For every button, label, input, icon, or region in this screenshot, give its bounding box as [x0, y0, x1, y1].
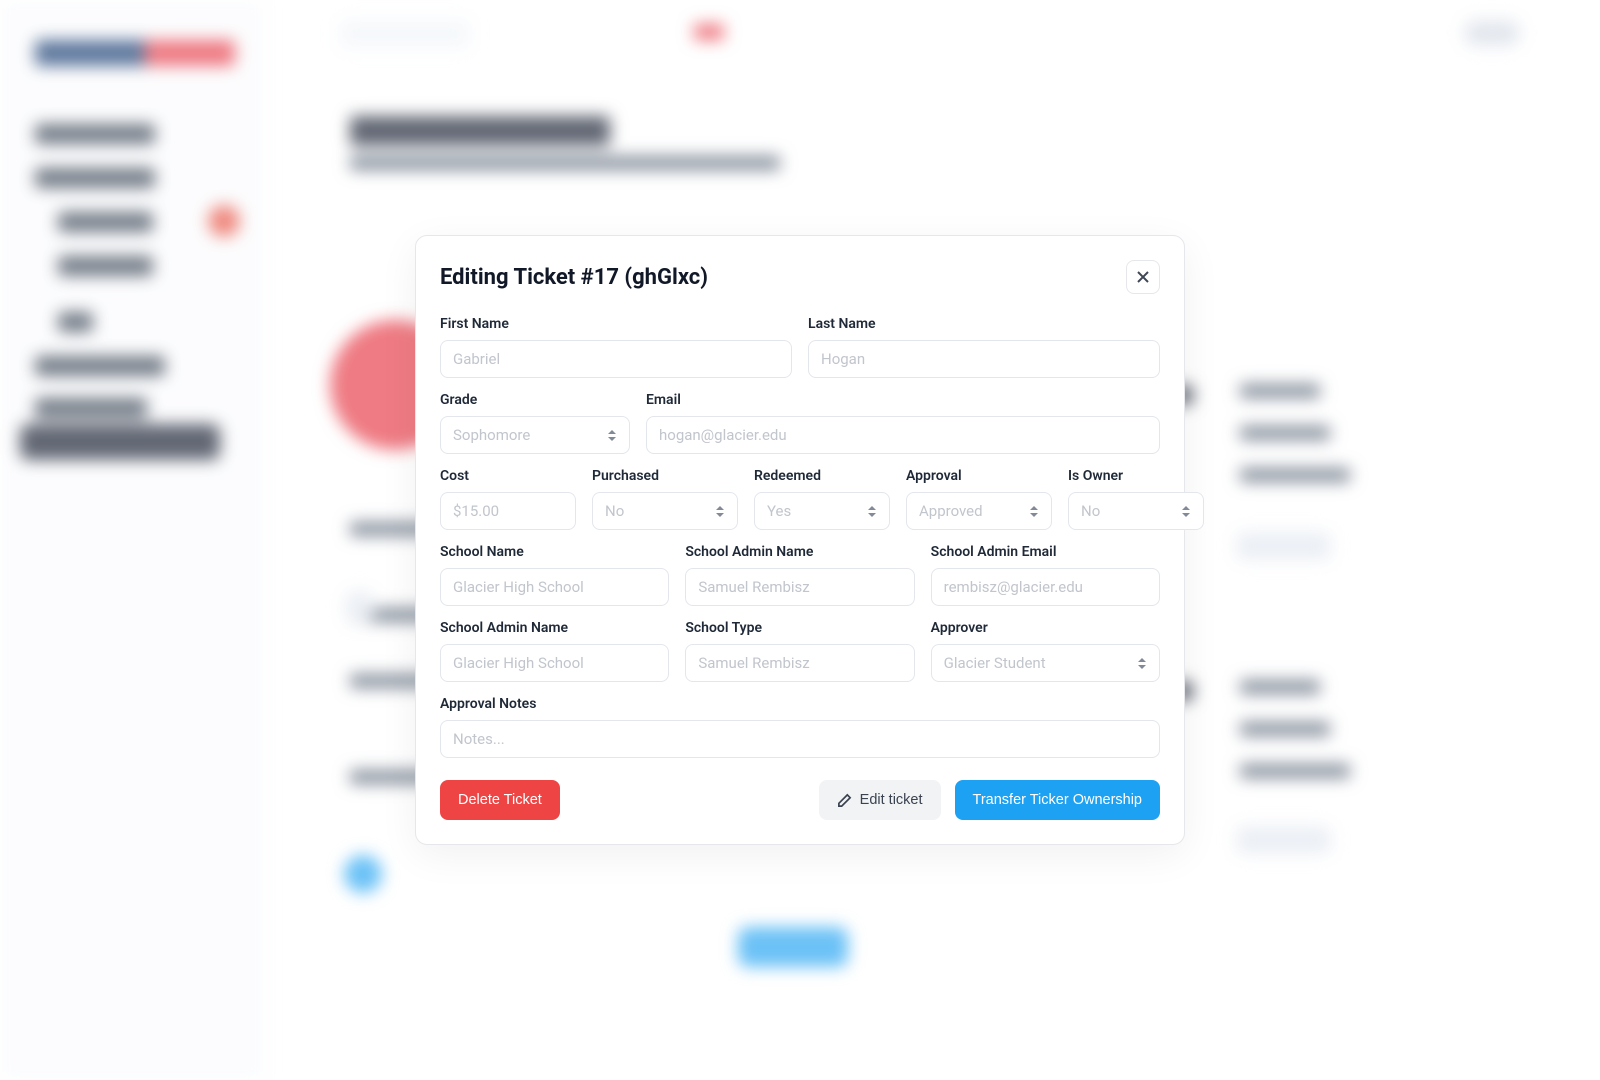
- edit-ticket-modal: Editing Ticket #17 (ghGlxc) First Name G…: [415, 235, 1185, 845]
- chevron-updown-icon: [867, 505, 877, 518]
- purchased-field: Purchased No: [592, 468, 738, 530]
- school-admin-email-field: School Admin Email rembisz@glacier.edu: [931, 544, 1160, 606]
- approver-label: Approver: [931, 620, 1160, 636]
- delete-ticket-button[interactable]: Delete Ticket: [440, 780, 560, 820]
- chevron-updown-icon: [1137, 657, 1147, 670]
- transfer-ownership-button[interactable]: Transfer Ticker Ownership: [955, 780, 1160, 820]
- email-field: Email hogan@glacier.edu: [646, 392, 1160, 454]
- chevron-updown-icon: [1181, 505, 1191, 518]
- approval-notes-input[interactable]: Notes...: [440, 720, 1160, 758]
- cost-input[interactable]: $15.00: [440, 492, 576, 530]
- cost-label: Cost: [440, 468, 576, 484]
- approver-select[interactable]: Glacier Student: [931, 644, 1160, 682]
- approval-label: Approval: [906, 468, 1052, 484]
- grade-label: Grade: [440, 392, 630, 408]
- first-name-field: First Name Gabriel: [440, 316, 792, 378]
- redeemed-field: Redeemed Yes: [754, 468, 890, 530]
- first-name-label: First Name: [440, 316, 792, 332]
- chevron-updown-icon: [1029, 505, 1039, 518]
- school-admin-name-2-field: School Admin Name Glacier High School: [440, 620, 669, 682]
- grade-select[interactable]: Sophomore: [440, 416, 630, 454]
- chevron-updown-icon: [607, 429, 617, 442]
- school-name-label: School Name: [440, 544, 669, 560]
- school-admin-name-field: School Admin Name Samuel Rembisz: [685, 544, 914, 606]
- school-type-label: School Type: [685, 620, 914, 636]
- close-icon: [1135, 269, 1151, 285]
- approval-notes-field: Approval Notes Notes...: [440, 696, 1160, 758]
- approval-select[interactable]: Approved: [906, 492, 1052, 530]
- approver-field: Approver Glacier Student: [931, 620, 1160, 682]
- school-admin-name-2-label: School Admin Name: [440, 620, 669, 636]
- cost-field: Cost $15.00: [440, 468, 576, 530]
- purchased-select[interactable]: No: [592, 492, 738, 530]
- is-owner-label: Is Owner: [1068, 468, 1204, 484]
- school-type-field: School Type Samuel Rembisz: [685, 620, 914, 682]
- school-admin-name-label: School Admin Name: [685, 544, 914, 560]
- school-type-input[interactable]: Samuel Rembisz: [685, 644, 914, 682]
- approval-field: Approval Approved: [906, 468, 1052, 530]
- school-name-input[interactable]: Glacier High School: [440, 568, 669, 606]
- edit-ticket-button[interactable]: Edit ticket: [819, 780, 941, 820]
- pencil-icon: [837, 793, 852, 808]
- redeemed-select[interactable]: Yes: [754, 492, 890, 530]
- is-owner-field: Is Owner No: [1068, 468, 1204, 530]
- school-admin-email-label: School Admin Email: [931, 544, 1160, 560]
- redeemed-label: Redeemed: [754, 468, 890, 484]
- school-admin-name-2-input[interactable]: Glacier High School: [440, 644, 669, 682]
- school-admin-email-input[interactable]: rembisz@glacier.edu: [931, 568, 1160, 606]
- school-admin-name-input[interactable]: Samuel Rembisz: [685, 568, 914, 606]
- modal-title: Editing Ticket #17 (ghGlxc): [440, 265, 708, 290]
- grade-field: Grade Sophomore: [440, 392, 630, 454]
- approval-notes-label: Approval Notes: [440, 696, 1160, 712]
- chevron-updown-icon: [715, 505, 725, 518]
- is-owner-select[interactable]: No: [1068, 492, 1204, 530]
- last-name-field: Last Name Hogan: [808, 316, 1160, 378]
- first-name-input[interactable]: Gabriel: [440, 340, 792, 378]
- last-name-label: Last Name: [808, 316, 1160, 332]
- close-button[interactable]: [1126, 260, 1160, 294]
- purchased-label: Purchased: [592, 468, 738, 484]
- school-name-field: School Name Glacier High School: [440, 544, 669, 606]
- last-name-input[interactable]: Hogan: [808, 340, 1160, 378]
- modal-overlay: Editing Ticket #17 (ghGlxc) First Name G…: [0, 0, 1600, 1080]
- email-label: Email: [646, 392, 1160, 408]
- email-input[interactable]: hogan@glacier.edu: [646, 416, 1160, 454]
